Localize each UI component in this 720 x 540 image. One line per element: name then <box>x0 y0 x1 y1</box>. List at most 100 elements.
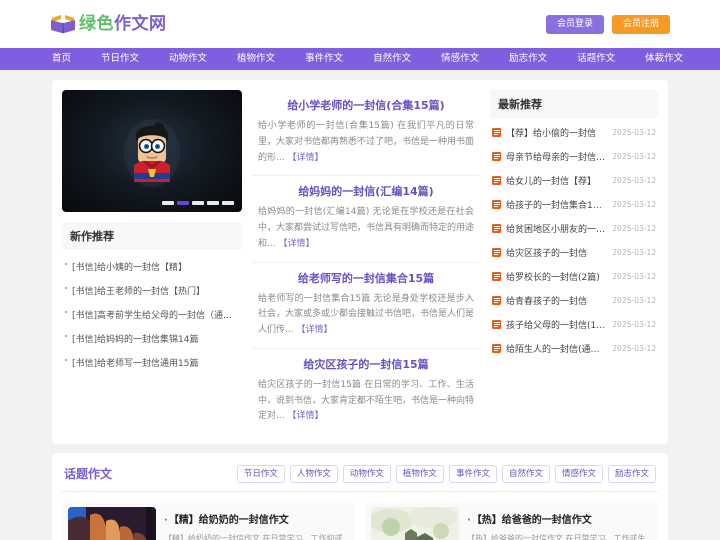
document-icon <box>492 319 501 329</box>
nav-item-emotion[interactable]: 情感作文 <box>441 54 479 64</box>
list-item[interactable]: 给罗校长的一封信(2篇) 2025-03-12 <box>490 264 658 288</box>
topic-card[interactable]: 【热】给爸爸的一封信作文 【热】给爸爸的一封信作文 在日常学习、工作或生活中，大… <box>365 500 658 540</box>
list-item[interactable]: 给贫困地区小朋友的一封信汇 2025-03-12 <box>490 216 658 240</box>
article-item: 给妈妈的一封信(汇编14篇) 给妈妈的一封信(汇编14篇) 无论是在学校还是在社… <box>252 176 480 263</box>
list-item[interactable]: 给青春孩子的一封信 2025-03-12 <box>490 288 658 312</box>
document-icon <box>492 175 501 185</box>
topic-tabs: 节日作文 人物作文 动物作文 植物作文 事件作文 自然作文 情感作文 励志作文 <box>236 465 656 483</box>
hero-carousel[interactable] <box>62 90 242 212</box>
cartoon-character-illustration <box>124 119 180 187</box>
new-works-panel: 新作推荐 [书信]给小姨的一封信【精】 [书信]给王老师的一封信【热门】 [书信… <box>62 222 242 374</box>
recommend-label: 给罗校长的一封信(2篇) <box>506 272 600 283</box>
tab-event[interactable]: 事件作文 <box>448 465 497 483</box>
list-item[interactable]: 给孩子的一封信集合15篇 2025-03-12 <box>490 192 658 216</box>
document-icon <box>492 295 501 305</box>
carousel-dot-3[interactable] <box>192 201 204 205</box>
tab-person[interactable]: 人物作文 <box>289 465 338 483</box>
topic-card[interactable]: 【精】给奶奶的一封信作文 【精】给奶奶的一封信作文 在日常学习、工作抑或是生活中… <box>62 500 355 540</box>
document-icon <box>492 151 501 161</box>
nav-item-event[interactable]: 事件作文 <box>305 54 343 64</box>
list-item[interactable]: 给灾区孩子的一封信 2025-03-12 <box>490 240 658 264</box>
topic-cards: 【精】给奶奶的一封信作文 【精】给奶奶的一封信作文 在日常学习、工作抑或是生活中… <box>62 500 658 540</box>
nav-item-nature[interactable]: 自然作文 <box>373 54 411 64</box>
left-column: 新作推荐 [书信]给小姨的一封信【精】 [书信]给王老师的一封信【热门】 [书信… <box>62 90 242 434</box>
topic-thumbnail <box>68 506 156 540</box>
list-item[interactable]: 【荐】给小偷的一封信 2025-03-12 <box>490 120 658 144</box>
site-logo[interactable]: 绿色作文网 <box>50 13 167 35</box>
article-more-link[interactable]: 【详情】 <box>296 325 332 335</box>
open-book-icon <box>51 15 75 34</box>
recommend-date: 2025-03-12 <box>612 343 656 353</box>
topic-card-info: 【精】给奶奶的一封信作文 【精】给奶奶的一封信作文 在日常学习、工作抑或是生活中… <box>164 507 349 540</box>
carousel-dot-4[interactable] <box>207 201 219 205</box>
article-description: 给小学老师的一封信(合集15篇) 在我们平凡的日常里，大家对书信都再熟悉不过了吧… <box>258 119 474 166</box>
topic-card-title[interactable]: 【热】给爸爸的一封信作文 <box>467 511 652 526</box>
list-item[interactable]: 给陌生人的一封信(通用15篇) 2025-03-12 <box>490 336 658 360</box>
tab-inspiration[interactable]: 励志作文 <box>607 465 656 483</box>
document-icon <box>492 223 501 233</box>
tab-festival[interactable]: 节日作文 <box>236 465 285 483</box>
recommend-label: 【荐】给小偷的一封信 <box>506 128 597 139</box>
list-item[interactable]: [书信]给王老师的一封信【热门】 <box>64 278 240 302</box>
list-item[interactable]: [书信]高考前学生给父母的一封信（通用5篇） <box>64 302 240 326</box>
nav-item-inspiration[interactable]: 励志作文 <box>509 54 547 64</box>
recommend-date: 2025-03-12 <box>612 247 656 257</box>
carousel-dot-2[interactable] <box>177 201 189 205</box>
logo-text: 绿色作文网 <box>79 13 167 34</box>
tab-plant[interactable]: 植物作文 <box>395 465 444 483</box>
article-title[interactable]: 给妈妈的一封信(汇编14篇) <box>258 183 474 199</box>
logo-text-green: 绿色 <box>79 13 114 34</box>
nav-item-festival[interactable]: 节日作文 <box>101 54 139 64</box>
main-navigation: 首页 节日作文 动物作文 植物作文 事件作文 自然作文 情感作文 励志作文 话题… <box>0 48 720 70</box>
topic-section-title: 话题作文 <box>64 467 113 482</box>
top-panel: 新作推荐 [书信]给小姨的一封信【精】 [书信]给王老师的一封信【热门】 [书信… <box>52 80 668 444</box>
site-header: 绿色作文网 会员登录 会员注册 <box>0 0 720 48</box>
recommend-date: 2025-03-12 <box>612 199 656 209</box>
page-content: 新作推荐 [书信]给小姨的一封信【精】 [书信]给王老师的一封信【热门】 [书信… <box>0 70 720 540</box>
recommend-date: 2025-03-12 <box>612 295 656 305</box>
topic-card-title[interactable]: 【精】给奶奶的一封信作文 <box>164 511 349 526</box>
recommend-title: 最新推荐 <box>490 90 658 118</box>
tab-emotion[interactable]: 情感作文 <box>554 465 603 483</box>
recommend-date: 2025-03-12 <box>612 271 656 281</box>
list-item[interactable]: 给女儿的一封信【荐】 2025-03-12 <box>490 168 658 192</box>
article-description: 给老师写的一封信集合15篇 无论是身处学校还是步入社会，大家或多或少都会接触过书… <box>258 292 474 339</box>
list-item[interactable]: [书信]给老师写一封信通用15篇 <box>64 350 240 374</box>
list-item[interactable]: [书信]给妈妈的一封信集锦14篇 <box>64 326 240 350</box>
article-title[interactable]: 给小学老师的一封信(合集15篇) <box>258 97 474 113</box>
nav-item-home[interactable]: 首页 <box>52 54 71 64</box>
nav-item-plant[interactable]: 植物作文 <box>237 54 275 64</box>
carousel-dot-1[interactable] <box>162 201 174 205</box>
nav-item-topic[interactable]: 话题作文 <box>577 54 615 64</box>
nav-item-genre[interactable]: 体裁作文 <box>645 54 683 64</box>
article-description: 给妈妈的一封信(汇编14篇) 无论是在学校还是在社会中，大家都尝试过写信吧，书信… <box>258 205 474 252</box>
list-item[interactable]: [书信]给小姨的一封信【精】 <box>64 254 240 278</box>
article-title[interactable]: 给灾区孩子的一封信15篇 <box>258 356 474 372</box>
article-item: 给小学老师的一封信(合集15篇) 给小学老师的一封信(合集15篇) 在我们平凡的… <box>252 90 480 177</box>
recommend-label: 给女儿的一封信【荐】 <box>506 176 597 187</box>
topic-card-desc: 【热】给爸爸的一封信作文 在日常学习、工作或生活中，大家都经常接触到作文吧，作文… <box>467 533 646 540</box>
tab-nature[interactable]: 自然作文 <box>501 465 550 483</box>
carousel-dot-5[interactable] <box>222 201 234 205</box>
register-button[interactable]: 会员注册 <box>611 14 670 34</box>
login-button[interactable]: 会员登录 <box>545 14 604 34</box>
article-more-link[interactable]: 【详情】 <box>287 411 323 421</box>
topic-section: 话题作文 节日作文 人物作文 动物作文 植物作文 事件作文 自然作文 情感作文 … <box>52 453 668 540</box>
list-item[interactable]: 母亲节给母亲的一封信 (通用1 2025-03-12 <box>490 144 658 168</box>
document-icon <box>492 247 501 257</box>
document-icon <box>492 199 501 209</box>
topic-card-desc: 【精】给奶奶的一封信作文 在日常学习、工作抑或是生活中，大家都写过作文吧，作文是… <box>164 533 343 540</box>
new-works-list: [书信]给小姨的一封信【精】 [书信]给王老师的一封信【热门】 [书信]高考前学… <box>62 252 242 374</box>
recommend-date: 2025-03-12 <box>612 151 656 161</box>
tab-animal[interactable]: 动物作文 <box>342 465 391 483</box>
recommend-list: 【荐】给小偷的一封信 2025-03-12 母亲节给母亲的一封信 (通用1 2025… <box>490 120 658 360</box>
article-more-link[interactable]: 【详情】 <box>278 239 314 249</box>
article-more-link[interactable]: 【详情】 <box>287 153 323 163</box>
topic-thumbnail <box>371 506 459 540</box>
new-works-title: 新作推荐 <box>62 222 242 250</box>
article-summary-text: 给老师写的一封信集合15篇 无论是身处学校还是步入社会，大家或多或少都会接触过书… <box>258 293 475 336</box>
list-item[interactable]: 孩子给父母的一封信(15篇) 2025-03-12 <box>490 312 658 336</box>
article-title[interactable]: 给老师写的一封信集合15篇 <box>258 270 474 286</box>
article-list: 给小学老师的一封信(合集15篇) 给小学老师的一封信(合集15篇) 在我们平凡的… <box>252 90 480 434</box>
nav-item-animal[interactable]: 动物作文 <box>169 54 207 64</box>
